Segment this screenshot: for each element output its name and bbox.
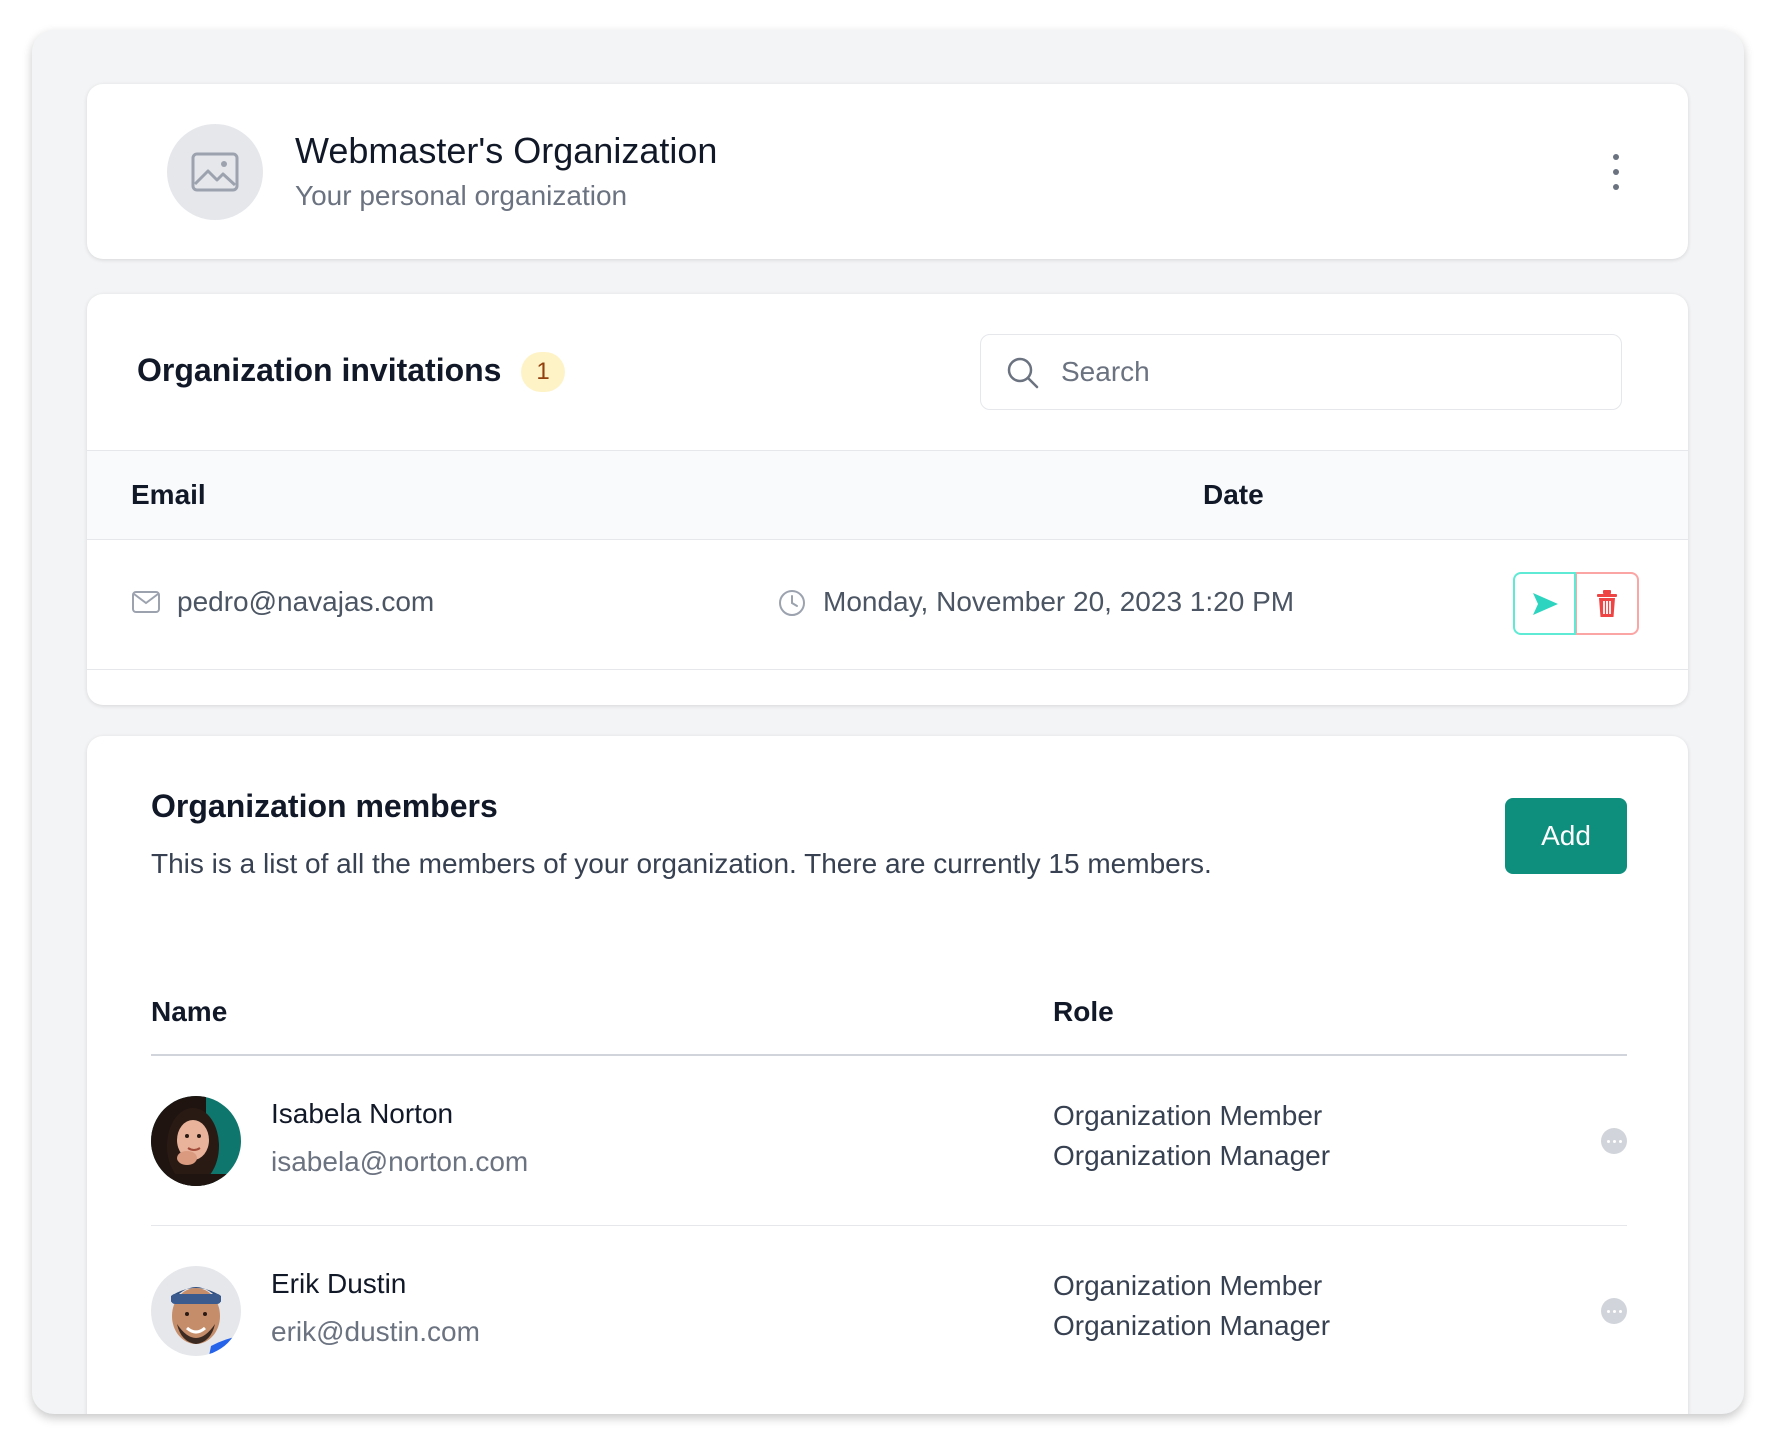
- image-placeholder-icon: [191, 152, 239, 192]
- invitation-actions: [1513, 572, 1639, 635]
- search-input[interactable]: [1061, 349, 1601, 395]
- member-role: Organization Member: [1053, 1100, 1323, 1131]
- members-card: Organization members This is a list of a…: [87, 736, 1688, 1414]
- resend-invitation-button[interactable]: [1513, 572, 1576, 635]
- invitations-card: Organization invitations 1 Email Date pe…: [87, 294, 1688, 705]
- member-role: Organization Manager: [1053, 1310, 1331, 1341]
- invitation-date: Monday, November 20, 2023 1:20 PM: [823, 586, 1295, 617]
- member-row: Isabela Norton isabela@norton.com Organi…: [151, 1056, 1627, 1226]
- search-box: [980, 334, 1622, 410]
- invitations-count-badge: 1: [521, 352, 565, 392]
- app-frame: Webmaster's Organization Your personal o…: [32, 30, 1744, 1414]
- invitation-email: pedro@navajas.com: [177, 586, 435, 617]
- member-name: Isabela Norton: [271, 1098, 454, 1129]
- invitation-row: pedro@navajas.com Monday, November 20, 2…: [87, 540, 1688, 670]
- delete-invitation-button[interactable]: [1576, 572, 1639, 635]
- org-subtitle: Your personal organization: [295, 180, 628, 211]
- members-description: This is a list of all the members of you…: [151, 848, 1212, 879]
- member-role: Organization Manager: [1053, 1140, 1331, 1171]
- column-header-date: Date: [1203, 479, 1264, 510]
- member-row: Erik Dustin erik@dustin.com Organization…: [151, 1226, 1627, 1396]
- avatar: [151, 1096, 241, 1186]
- column-header-name: Name: [151, 996, 228, 1027]
- avatar: [151, 1266, 241, 1356]
- member-name: Erik Dustin: [271, 1268, 407, 1299]
- more-horizontal-icon[interactable]: [1601, 1298, 1627, 1324]
- column-header-email: Email: [131, 479, 206, 510]
- trash-icon: [1597, 589, 1617, 617]
- invitations-title: Organization invitations: [137, 352, 502, 388]
- members-title: Organization members: [151, 788, 498, 824]
- invitations-table-header: Email Date: [87, 450, 1688, 540]
- org-name: Webmaster's Organization: [295, 130, 718, 171]
- members-table-header: Name Role: [151, 960, 1627, 1056]
- search-icon: [1007, 357, 1039, 389]
- kebab-vertical-icon[interactable]: [1604, 154, 1628, 190]
- send-icon: [1532, 592, 1558, 615]
- clock-icon: [779, 590, 805, 616]
- organization-card: Webmaster's Organization Your personal o…: [87, 84, 1688, 259]
- member-email: isabela@norton.com: [271, 1146, 529, 1177]
- org-avatar: [167, 124, 263, 220]
- column-header-role: Role: [1053, 996, 1114, 1027]
- more-horizontal-icon[interactable]: [1601, 1128, 1627, 1154]
- member-email: erik@dustin.com: [271, 1316, 480, 1347]
- add-member-button[interactable]: Add: [1505, 798, 1627, 874]
- member-role: Organization Member: [1053, 1270, 1323, 1301]
- mail-icon: [132, 591, 160, 613]
